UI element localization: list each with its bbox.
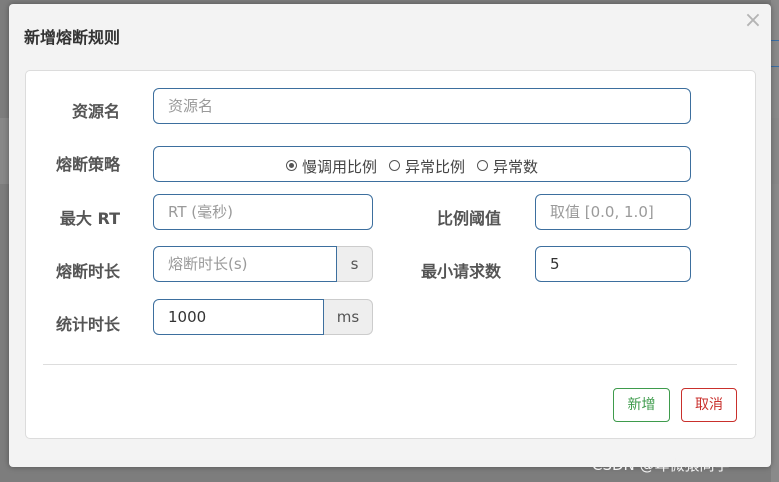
break-duration-label: 熔断时长 (55, 262, 120, 281)
min-requests-input[interactable] (535, 246, 691, 282)
divider (43, 364, 737, 365)
ratio-threshold-input[interactable] (535, 194, 691, 230)
close-icon[interactable]: × (742, 10, 764, 32)
stat-duration-label: 统计时长 (55, 315, 120, 334)
ratio-threshold-label: 比例阈值 (436, 209, 501, 228)
stat-duration-input[interactable] (153, 299, 324, 335)
watermark: CSDN @卑微猿同学 (592, 456, 730, 474)
break-duration-unit: s (337, 246, 373, 282)
radio-slow-ratio[interactable]: 慢调用比例 (286, 156, 377, 177)
add-button[interactable]: 新增 (613, 388, 670, 422)
backdrop-line (771, 40, 779, 41)
resource-input[interactable] (153, 88, 691, 124)
stat-duration-unit: ms (324, 299, 373, 335)
strategy-radio-group: 慢调用比例 异常比例 异常数 (286, 156, 538, 177)
dialog-title: 新增熔断规则 (24, 28, 121, 47)
radio-checked-icon (286, 160, 297, 171)
max-rt-label: 最大 RT (59, 209, 120, 228)
backdrop-line (771, 66, 779, 67)
radio-unchecked-icon (389, 160, 401, 171)
rule-dialog: 新增熔断规则 × 资源名 熔断策略 慢调用比例 异常比例 异常数 (9, 4, 771, 467)
form-panel: 资源名 熔断策略 慢调用比例 异常比例 异常数 最大 RT (25, 70, 756, 439)
radio-error-count[interactable]: 异常数 (477, 156, 538, 177)
strategy-radio-box: 慢调用比例 异常比例 异常数 (153, 146, 691, 182)
cancel-button[interactable]: 取消 (681, 388, 737, 422)
strategy-label: 熔断策略 (55, 155, 120, 174)
radio-label: 异常数 (493, 158, 539, 176)
radio-label: 慢调用比例 (302, 158, 378, 176)
break-duration-input[interactable] (153, 246, 337, 282)
max-rt-input[interactable] (153, 194, 373, 230)
radio-error-ratio[interactable]: 异常比例 (389, 156, 465, 177)
resource-label: 资源名 (71, 102, 120, 121)
min-requests-label: 最小请求数 (420, 262, 501, 281)
radio-unchecked-icon (477, 160, 489, 171)
radio-label: 异常比例 (405, 158, 466, 176)
backdrop-strip (771, 0, 779, 482)
